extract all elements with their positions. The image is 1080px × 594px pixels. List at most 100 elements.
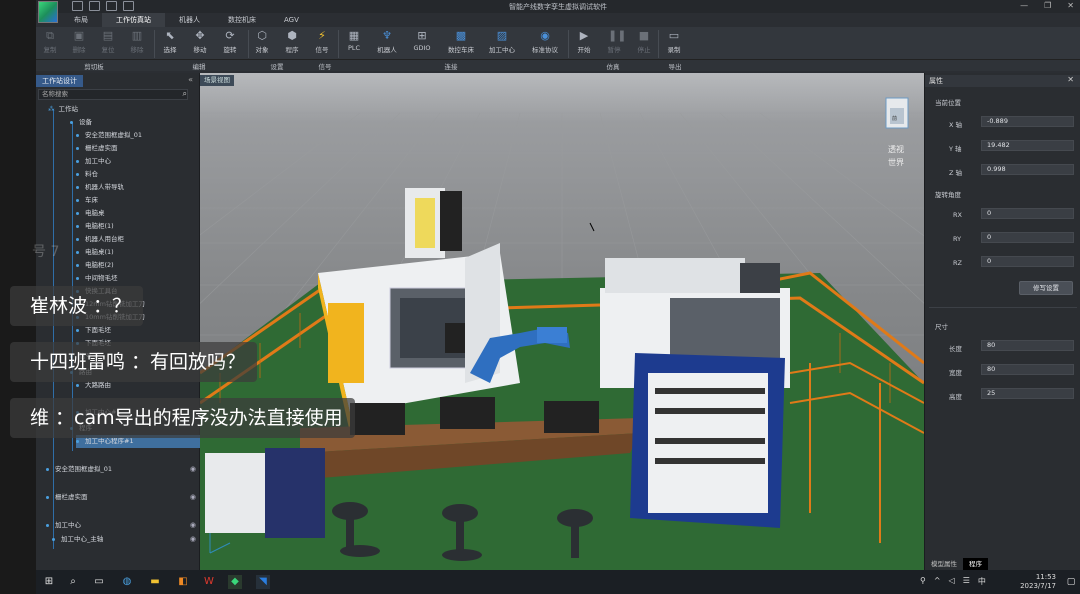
tree-node-equipment[interactable]: 设备	[70, 116, 92, 129]
select-button[interactable]: ⬉ 选择	[157, 29, 183, 55]
3d-scene-viewport[interactable]: 场景视图 前 透视 世界	[200, 73, 924, 570]
copy-button[interactable]: ⧉ 复制	[37, 29, 63, 55]
maximize-button[interactable]: ❐	[1044, 1, 1051, 10]
gdio-button[interactable]: ⊞ GDIO	[409, 29, 435, 53]
network-icon[interactable]: ☰	[963, 576, 970, 587]
ribbon-group-labels: 剪切板 编辑 设置 信号 连接 仿真 导出	[36, 60, 1080, 71]
standard-protocol-button[interactable]: ◉ 标准协议	[530, 29, 560, 55]
digital-twin-app-icon[interactable]: ◆	[228, 575, 242, 589]
tree-node[interactable]: 车床	[76, 194, 98, 207]
task-view-icon[interactable]: ▭	[92, 575, 106, 589]
notification-icon[interactable]: ▢	[1064, 575, 1078, 589]
tree-node[interactable]: 下面毛坯	[76, 324, 111, 337]
clock[interactable]: 11:53 2023/7/17	[1020, 573, 1056, 591]
signal-button[interactable]: ⚡ 信号	[309, 29, 335, 55]
rotate-button[interactable]: ⟳ 旋转	[217, 29, 243, 55]
tree-node[interactable]: 加工中心_主轴 ◉	[52, 533, 200, 546]
eye-icon[interactable]: ◉	[190, 519, 196, 532]
tree-node[interactable]: 安全范围框虚拟_01	[76, 129, 142, 142]
close-button[interactable]: ✕	[1067, 1, 1074, 10]
tree-node[interactable]: 加工中心	[76, 155, 111, 168]
eye-icon[interactable]: ◉	[190, 533, 196, 546]
rx-input[interactable]: 0	[981, 208, 1074, 219]
tree-search-input[interactable]: 名称搜索	[38, 89, 188, 100]
tab-scene-view[interactable]: 场景视图	[200, 75, 234, 86]
tree-node-selected[interactable]: 加工中心程序#1	[76, 435, 200, 448]
tree-node[interactable]: 料仓	[76, 168, 98, 181]
file-explorer-icon[interactable]: ▬	[148, 575, 162, 589]
tree-node[interactable]: 10mm钻削铣加工刀	[76, 311, 145, 324]
tree-node[interactable]: 大路路由	[76, 379, 111, 392]
robot-connect-button[interactable]: ♆ 机器人	[374, 29, 400, 55]
tree-node[interactable]: 电脑桌	[76, 207, 105, 220]
stop-button[interactable]: ■ 停止	[631, 29, 657, 55]
tab-workstation-design[interactable]: 工作站设计	[36, 75, 83, 87]
tab-layout[interactable]: 布局	[60, 13, 102, 27]
tree-node[interactable]: 加工中心 ◉	[46, 519, 200, 532]
rz-input[interactable]: 0	[981, 256, 1074, 267]
people-icon[interactable]: ⚲	[920, 576, 926, 587]
tree-node[interactable]: 加工中心#1	[76, 406, 121, 419]
volume-icon[interactable]: ◁	[949, 576, 955, 587]
tab-agv[interactable]: AGV	[270, 13, 313, 27]
eye-icon[interactable]: ◉	[190, 491, 196, 504]
tree-node-signal[interactable]: 信号	[70, 350, 92, 363]
eye-icon[interactable]: ◉	[190, 463, 196, 476]
tree-node[interactable]: 机器人带导轨	[76, 181, 124, 194]
feishu-icon[interactable]: ◥	[256, 575, 270, 589]
minimize-button[interactable]: —	[1020, 1, 1028, 10]
program-button[interactable]: ⬢ 程序	[279, 29, 305, 55]
reset-button[interactable]: ▤ 复位	[95, 29, 121, 55]
tree-node[interactable]: 电脑桌(1)	[76, 246, 114, 259]
edge-browser-icon[interactable]: ◍	[120, 575, 134, 589]
tree-node[interactable]: 栅栏虚实面	[76, 142, 118, 155]
cnc-lathe-button[interactable]: ▩ 数控车床	[446, 29, 476, 55]
view-cube-face[interactable]: 前	[892, 115, 897, 122]
height-input[interactable]: 25	[981, 388, 1074, 399]
tab-workstation[interactable]: 工作仿真站	[102, 13, 165, 27]
tab-cnc[interactable]: 数控机床	[214, 13, 270, 27]
tab-robot[interactable]: 机器人	[165, 13, 214, 27]
collapse-panel-button[interactable]: «	[188, 75, 193, 84]
app-orange-icon[interactable]: ◧	[176, 575, 190, 589]
record-button[interactable]: ▭ 录制	[661, 29, 687, 55]
tree-node[interactable]: 电脑柜(1)	[76, 220, 114, 233]
x-position-input[interactable]: -0.889	[981, 116, 1074, 127]
windows-start-icon[interactable]: ⊞	[42, 575, 56, 589]
tree-node-workstation[interactable]: ⁂ 工作站	[48, 103, 78, 116]
reset-label: 复位	[101, 46, 115, 54]
machining-center-button[interactable]: ▨ 加工中心	[487, 29, 517, 55]
apply-settings-button[interactable]: 修写设置	[1019, 281, 1073, 295]
ime-icon[interactable]: 中	[978, 576, 986, 587]
ry-input[interactable]: 0	[981, 232, 1074, 243]
remove-button[interactable]: ▥ 移除	[124, 29, 150, 55]
tree-node[interactable]: 快换工具台	[76, 285, 118, 298]
start-button[interactable]: ▶ 开始	[571, 29, 597, 55]
wps-office-icon[interactable]: W	[202, 575, 216, 589]
object-button[interactable]: ⬡ 对象	[249, 29, 275, 55]
close-icon[interactable]: ✕	[1067, 75, 1074, 84]
tree-node[interactable]: 电脑柜(2)	[76, 259, 114, 272]
move-button[interactable]: ✥ 移动	[187, 29, 213, 55]
tree-node[interactable]: 机器人用台柜	[76, 233, 124, 246]
tree-node[interactable]: 栅栏虚实面 ◉	[46, 491, 200, 504]
tree-node-program[interactable]: 程序	[70, 422, 92, 435]
width-input[interactable]: 80	[981, 364, 1074, 375]
y-position-input[interactable]: 19.482	[981, 140, 1074, 151]
tree-node[interactable]: 安全范围框虚拟_01 ◉	[46, 463, 200, 476]
pause-button[interactable]: ❚❚ 暂停	[601, 29, 627, 55]
tree-node[interactable]: 12mm钻削铣加工刀	[76, 298, 145, 311]
z-position-input[interactable]: 0.998	[981, 164, 1074, 175]
tree-node[interactable]: 中间物毛坯	[76, 272, 118, 285]
plc-button[interactable]: ▦ PLC	[341, 29, 367, 53]
length-input[interactable]: 80	[981, 340, 1074, 351]
view-mode-indicator[interactable]: 透视 世界	[888, 143, 904, 169]
search-icon[interactable]: ⌕	[66, 575, 80, 589]
tree-node-route[interactable]: 路由	[70, 366, 92, 379]
delete-button[interactable]: ▣ 删除	[66, 29, 92, 55]
chevron-up-icon[interactable]: ^	[934, 576, 941, 587]
tree-node[interactable]: 下面毛坯	[76, 337, 111, 350]
search-icon[interactable]: ⌕	[183, 89, 187, 99]
tab-model-properties[interactable]: 模型属性	[925, 558, 963, 570]
tab-program[interactable]: 程序	[963, 558, 988, 570]
